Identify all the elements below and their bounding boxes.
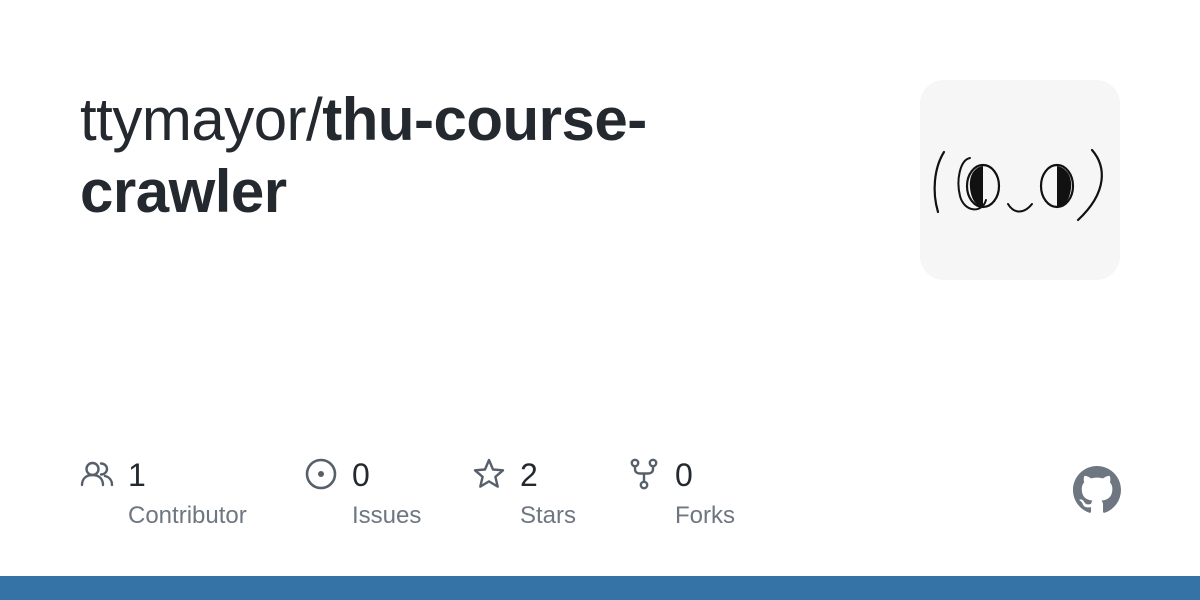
- stars-label: Stars: [520, 502, 577, 529]
- issues-label: Issues: [352, 502, 422, 529]
- fork-icon: [627, 457, 661, 491]
- stars-count: 2: [520, 457, 538, 493]
- forks-label: Forks: [675, 502, 735, 529]
- contributors-count: 1: [128, 457, 146, 493]
- owner-avatar: [920, 80, 1120, 280]
- issue-circle-icon: [304, 457, 338, 491]
- contributors-label: Contributor: [128, 502, 247, 529]
- language-bar: [0, 576, 1200, 600]
- issues-count: 0: [352, 457, 370, 493]
- github-logo-icon[interactable]: [1073, 466, 1121, 514]
- repo-separator: /: [306, 86, 323, 153]
- people-icon: [80, 457, 114, 491]
- face-doodle-icon: [933, 148, 1103, 222]
- repo-title: ttymayor/thu-course-crawler: [80, 84, 780, 228]
- social-card: ttymayor/thu-course-crawler 1 Contributo…: [0, 0, 1200, 600]
- star-icon: [472, 457, 506, 491]
- repo-owner: ttymayor: [80, 86, 307, 153]
- forks-count: 0: [675, 457, 693, 493]
